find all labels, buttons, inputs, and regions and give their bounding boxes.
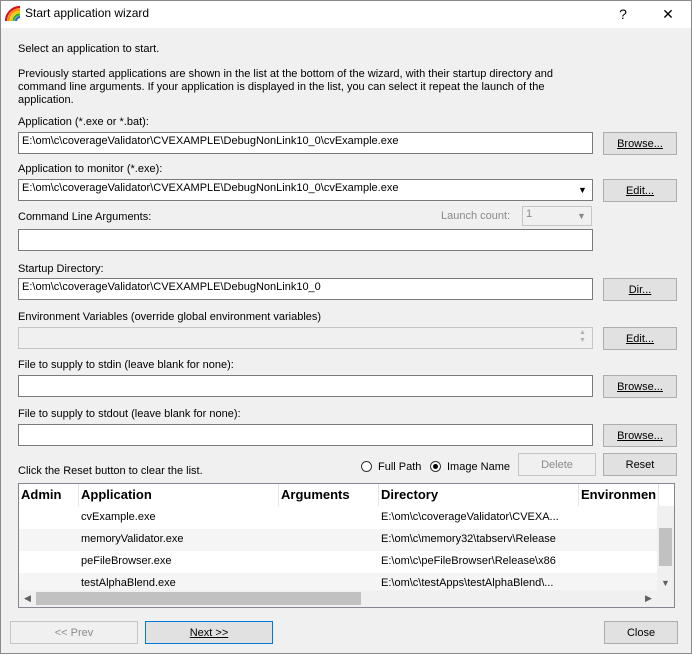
application-input[interactable]: E:\om\c\coverageValidator\CVEXAMPLE\Debu…: [18, 132, 593, 154]
button-label: Browse...: [617, 429, 663, 442]
button-label: Browse...: [617, 380, 663, 393]
button-label: Dir...: [628, 283, 652, 296]
application-browse-button[interactable]: Browse...: [603, 132, 677, 155]
vertical-scrollbar[interactable]: ▼: [657, 506, 674, 591]
intro-line-3: command line arguments. If your applicat…: [18, 81, 545, 93]
reset-hint: Click the Reset button to clear the list…: [18, 465, 203, 477]
intro-line-1: Select an application to start.: [18, 43, 160, 55]
arguments-label: Command Line Arguments:: [18, 211, 152, 223]
button-label: << Prev: [54, 626, 94, 639]
button-label: Edit...: [625, 184, 655, 197]
button-label: Next >>: [189, 626, 229, 639]
scroll-left-icon[interactable]: ◀: [19, 590, 36, 607]
image-name-radio[interactable]: [430, 461, 441, 475]
env-input: [18, 327, 593, 349]
intro-line-2: Previously started applications are show…: [18, 68, 553, 80]
stdin-input[interactable]: [18, 375, 593, 397]
prev-button: << Prev: [10, 621, 138, 644]
scroll-right-icon[interactable]: ▶: [640, 590, 657, 607]
stdout-label: File to supply to stdout (leave blank fo…: [18, 408, 241, 420]
stdin-label: File to supply to stdin (leave blank for…: [18, 359, 234, 371]
chevron-down-icon: ▼: [577, 211, 586, 221]
history-list[interactable]: Admin Application Arguments Directory En…: [18, 483, 675, 608]
arguments-input[interactable]: [18, 229, 593, 251]
delete-button: Delete: [518, 453, 596, 476]
full-path-radio[interactable]: [361, 461, 372, 475]
monitor-label: Application to monitor (*.exe):: [18, 163, 163, 175]
button-label: Close: [626, 626, 656, 639]
startup-dir-button[interactable]: Dir...: [603, 278, 677, 301]
env-label: Environment Variables (override global e…: [18, 311, 322, 323]
stdin-browse-button[interactable]: Browse...: [603, 375, 677, 398]
column-header-environment[interactable]: Environmen: [579, 484, 659, 506]
horizontal-scroll-thumb[interactable]: [36, 592, 361, 605]
scroll-down-icon[interactable]: ▼: [657, 574, 674, 591]
column-header-application[interactable]: Application: [79, 484, 279, 506]
stdout-input[interactable]: [18, 424, 593, 446]
table-row[interactable]: peFileBrowser.exe E:\om\c\peFileBrowser\…: [19, 551, 659, 573]
close-button[interactable]: Close: [604, 621, 678, 644]
full-path-label: Full Path: [378, 461, 422, 473]
launch-count-combo: 1 ▼: [522, 206, 592, 226]
startup-dir-input[interactable]: E:\om\c\coverageValidator\CVEXAMPLE\Debu…: [18, 278, 593, 300]
next-button[interactable]: Next >>: [145, 621, 273, 644]
vertical-scroll-thumb[interactable]: [659, 528, 672, 566]
stdout-browse-button[interactable]: Browse...: [603, 424, 677, 447]
reset-button[interactable]: Reset: [603, 453, 677, 476]
intro-line-4: application.: [18, 94, 74, 106]
rainbow-app-icon: [5, 6, 21, 22]
button-label: Delete: [541, 458, 573, 471]
button-label: Browse...: [617, 137, 663, 150]
close-window-button[interactable]: ✕: [645, 0, 691, 28]
table-row[interactable]: memoryValidator.exe E:\om\c\memory32\tab…: [19, 529, 659, 551]
env-edit-button[interactable]: Edit...: [603, 327, 677, 350]
column-header-admin[interactable]: Admin: [19, 484, 79, 506]
button-label: Reset: [625, 458, 655, 471]
launch-count-label: Launch count:: [441, 210, 511, 222]
spin-arrows-icon: ▲ ▼: [579, 329, 586, 344]
monitor-combo-value: E:\om\c\coverageValidator\CVEXAMPLE\Debu…: [22, 182, 399, 194]
column-header-directory[interactable]: Directory: [379, 484, 579, 506]
window-title: Start application wizard: [25, 6, 150, 20]
button-label: Edit...: [625, 332, 655, 345]
image-name-label: Image Name: [447, 461, 510, 473]
application-label: Application (*.exe or *.bat):: [18, 116, 149, 128]
monitor-combo[interactable]: E:\om\c\coverageValidator\CVEXAMPLE\Debu…: [18, 179, 593, 201]
startup-dir-label: Startup Directory:: [18, 263, 104, 275]
column-header-arguments[interactable]: Arguments: [279, 484, 379, 506]
radio-circle: [361, 461, 372, 472]
help-button[interactable]: ?: [600, 0, 646, 28]
radio-circle: [430, 461, 441, 472]
chevron-down-icon[interactable]: ▼: [574, 181, 591, 199]
table-row[interactable]: cvExample.exe E:\om\c\coverageValidator\…: [19, 507, 659, 529]
monitor-edit-button[interactable]: Edit...: [603, 179, 677, 202]
horizontal-scrollbar[interactable]: ◀ ▶: [19, 590, 674, 607]
launch-count-value: 1: [526, 208, 533, 220]
